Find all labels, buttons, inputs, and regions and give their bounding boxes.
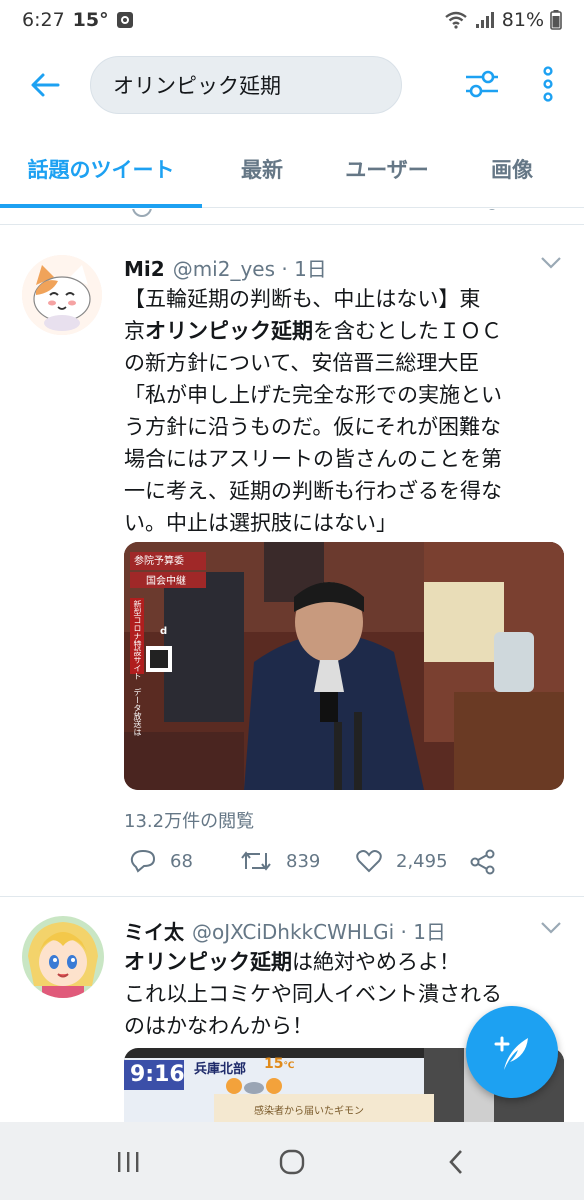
filter-button[interactable] [460, 62, 504, 106]
view-count: 13.2万件の閲覧 [124, 811, 255, 832]
search-header: オリンピック延期 [0, 40, 584, 130]
retweet-icon [241, 851, 271, 871]
parliament-photo [124, 542, 564, 790]
share-button[interactable] [470, 849, 496, 875]
home-button[interactable] [272, 1142, 312, 1182]
search-tabs: 話題のツイート 最新 ユーザー 画像 [0, 130, 584, 208]
broadcast-clock: 9:16 [130, 1062, 185, 1087]
back-button[interactable] [0, 40, 90, 130]
compose-feather-icon [494, 1036, 528, 1070]
tweet-line: の新方針について、安倍晋三総理大臣 [124, 351, 480, 375]
reply-icon [130, 849, 156, 873]
retweet-icon [240, 209, 270, 223]
system-nav-bar [0, 1122, 584, 1200]
previous-tweet-actions [0, 209, 584, 225]
cat-avatar-icon [22, 255, 102, 335]
active-tab-indicator [0, 204, 202, 208]
broadcast-sublabel: 国会中継 [146, 576, 186, 587]
tab-users-label: ユーザー [345, 158, 429, 182]
tweet-media[interactable]: 参院予算委 国会中継 新型コロナ特設サイト データ放送は d [124, 542, 564, 790]
broadcast-banner: 感染者から届いたギモン [254, 1106, 364, 1117]
handle-and-time: @oJXCiDhkkCWHLGi · 1日 [192, 920, 446, 944]
highlighted-keyword[interactable]: オリンピック延期 [124, 950, 292, 974]
tweet-text: 【五輪延期の判断も、中止はない】東 京オリンピック延期を含むとしたＩＯＣ の新方… [124, 283, 564, 539]
tweet-line: 場合にはアスリートの皆さんのことを第 [124, 447, 502, 471]
heart-icon [360, 209, 384, 223]
back-nav-button[interactable] [436, 1142, 476, 1182]
more-options-button[interactable] [530, 62, 566, 106]
clock: 6:27 [22, 9, 65, 31]
sliders-icon [466, 70, 498, 98]
compose-tweet-button[interactable] [466, 1006, 558, 1098]
tweet-line: 京オリンピック延期を含むとしたＩＯＣ [124, 319, 502, 343]
search-input[interactable]: オリンピック延期 [90, 56, 402, 114]
search-query: オリンピック延期 [113, 74, 281, 98]
tab-latest[interactable]: 最新 [202, 130, 322, 208]
tab-images-label: 画像 [491, 158, 533, 182]
recent-apps-button[interactable] [108, 1142, 148, 1182]
tab-images[interactable]: 画像 [452, 130, 572, 208]
tab-latest-label: 最新 [241, 158, 283, 182]
like-button[interactable]: 2,495 [356, 849, 448, 873]
tweet-header: ミイ太 @oJXCiDhkkCWHLGi · 1日 [124, 916, 446, 945]
broadcast-label: 参院予算委 [134, 556, 184, 567]
share-icon [489, 209, 495, 210]
tweet-line: う方針に沿うものだ。仮にそれが困難な [124, 415, 501, 439]
tweet-line: 一に考え、延期の判断も行わざるを得な [124, 479, 502, 503]
broadcast-temp: 15℃ [264, 1056, 295, 1072]
reply-count: 68 [170, 850, 193, 872]
broadcast-side-text: 新型コロナ特設サイト データ放送は [133, 600, 142, 736]
display-name[interactable]: ミイ太 [124, 916, 184, 945]
tweet-line: オリンピック延期は絶対やめろよ！ [124, 950, 460, 974]
battery-percent: 81% [501, 9, 544, 31]
recent-apps-icon [118, 1152, 139, 1172]
temperature: 15° [72, 9, 109, 31]
vertical-dots-icon [543, 66, 553, 102]
tab-top-tweets-label: 話題のツイート [27, 158, 175, 182]
broadcast-badge: d [160, 626, 168, 637]
wifi-icon [445, 11, 467, 29]
status-bar: 6:27 15° 81% [0, 0, 584, 40]
broadcast-region: 兵庫北部 [194, 1062, 247, 1077]
chevron-left-icon [449, 1150, 462, 1174]
reply-button[interactable]: 68 [130, 849, 193, 873]
signal-icon [475, 12, 494, 28]
tweet-header: Mi2 @mi2_yes · 1日 [124, 253, 327, 282]
tweet-line: 「私が申し上げた完全な形での実施とい [124, 383, 502, 407]
tweet-line: これ以上コミケや同人イベント潰される [124, 982, 502, 1006]
retweet-button[interactable]: 839 [240, 849, 320, 873]
battery-icon [550, 10, 562, 30]
avatar[interactable] [22, 255, 102, 335]
tweet-line: い。中止は選択肢にはない」 [124, 511, 397, 535]
handle-and-time: @mi2_yes · 1日 [172, 257, 327, 281]
tab-users[interactable]: ユーザー [322, 130, 452, 208]
reply-icon [132, 209, 152, 217]
notification-icon [116, 12, 133, 28]
tweet-line: 【五輪延期の判断も、中止はない】東 [124, 287, 481, 311]
share-icon [470, 849, 495, 875]
display-name[interactable]: Mi2 [124, 257, 165, 281]
retweet-count: 839 [286, 850, 321, 872]
like-count: 2,495 [396, 850, 448, 872]
highlighted-keyword[interactable]: オリンピック延期 [145, 319, 313, 343]
tweet-menu-button[interactable] [540, 920, 562, 939]
home-icon [279, 1149, 305, 1175]
tab-top-tweets[interactable]: 話題のツイート [0, 130, 202, 208]
chevron-down-icon [541, 257, 561, 269]
tweet-card[interactable]: Mi2 @mi2_yes · 1日 【五輪延期の判断も、中止はない】東 京オリン… [0, 233, 584, 897]
heart-icon [356, 850, 382, 873]
chevron-down-icon [541, 922, 561, 934]
tweet-actions: 68 839 2,495 [124, 849, 564, 879]
tweet-menu-button[interactable] [540, 255, 562, 274]
arrow-left-icon [31, 73, 60, 97]
avatar[interactable] [22, 916, 104, 998]
anime-avatar-icon [22, 916, 104, 998]
